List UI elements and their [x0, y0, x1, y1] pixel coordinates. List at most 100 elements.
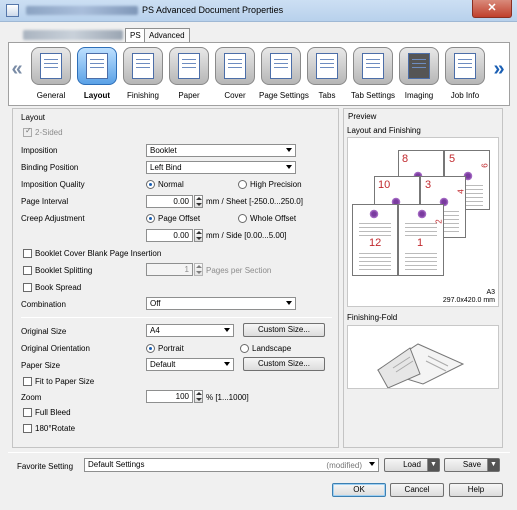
- landscape-label: Landscape: [252, 344, 292, 353]
- flower-image: [417, 209, 427, 219]
- load-button[interactable]: Load ▼: [384, 458, 440, 472]
- load-label: Load: [403, 460, 421, 469]
- rotate-180-label: 180°Rotate: [35, 424, 76, 433]
- finishing-icon: [123, 47, 163, 85]
- close-button[interactable]: ✕: [472, 0, 512, 18]
- zoom-input[interactable]: 100: [146, 390, 193, 403]
- imposition-quality-label: Imposition Quality: [21, 180, 85, 189]
- favorite-setting-select[interactable]: Default Settings (modified): [84, 458, 379, 472]
- page-number: 10: [378, 179, 391, 191]
- page-interval-label: Page Interval: [21, 197, 69, 206]
- book-spread-checkbox[interactable]: [23, 283, 32, 292]
- booklet-splitting-checkbox[interactable]: [23, 266, 32, 275]
- divider: [21, 317, 332, 318]
- category-imaging[interactable]: Imaging: [397, 47, 441, 105]
- rotate-180-checkbox[interactable]: [23, 424, 32, 433]
- creep-input[interactable]: 0.00: [146, 229, 193, 242]
- portrait-radio[interactable]: [146, 344, 155, 353]
- category-job-info[interactable]: Job Info: [443, 47, 487, 105]
- binding-position-select[interactable]: Left Bind: [146, 161, 296, 174]
- original-size-label: Original Size: [21, 327, 67, 336]
- footer-divider: [8, 452, 510, 453]
- pages-per-section-input[interactable]: 1: [146, 263, 193, 276]
- creep-page-offset-label: Page Offset: [158, 214, 201, 223]
- binding-position-label: Binding Position: [21, 163, 79, 172]
- tab-advanced[interactable]: Advanced: [144, 28, 190, 42]
- category-paper[interactable]: Paper: [167, 47, 211, 105]
- layout-finishing-title: Layout and Finishing: [347, 126, 421, 135]
- finishing-preview: [347, 325, 499, 389]
- tab-settings-icon: [353, 47, 393, 85]
- zoom-label: Zoom: [21, 393, 42, 402]
- page-number: 4: [456, 189, 466, 194]
- paper-size-select[interactable]: Default: [146, 358, 234, 371]
- fit-to-paper-label: Fit to Paper Size: [35, 377, 95, 386]
- tab-ps[interactable]: PS: [125, 28, 146, 43]
- app-icon: [6, 4, 19, 17]
- imposition-label: Imposition: [21, 146, 58, 155]
- category-tabs[interactable]: Tabs: [305, 47, 349, 105]
- preview-sheet: 12: [352, 204, 398, 276]
- quality-high-radio[interactable]: [238, 180, 247, 189]
- load-dropdown-icon[interactable]: ▼: [427, 459, 439, 471]
- two-sided-label: 2-Sided: [35, 128, 63, 137]
- help-button[interactable]: Help: [449, 483, 503, 497]
- category-tab-settings[interactable]: Tab Settings: [351, 47, 395, 105]
- creep-whole-offset-radio[interactable]: [238, 214, 247, 223]
- category-layout[interactable]: Layout: [75, 47, 119, 105]
- chevron-down-icon: [286, 148, 292, 152]
- page-number: 12: [369, 237, 382, 249]
- save-dropdown-icon[interactable]: ▼: [487, 459, 499, 471]
- page-number: 1: [417, 237, 424, 249]
- creep-spinner[interactable]: [194, 229, 203, 242]
- imposition-select[interactable]: Booklet: [146, 144, 296, 157]
- footer: Favorite Setting Default Settings (modif…: [0, 452, 517, 510]
- category-cover[interactable]: Cover: [213, 47, 257, 105]
- landscape-radio[interactable]: [240, 344, 249, 353]
- creep-adjustment-label: Creep Adjustment: [21, 214, 85, 223]
- preview-group: Preview Layout and Finishing 8 5 6 10 3 …: [343, 108, 503, 448]
- combination-select[interactable]: Off: [146, 297, 296, 310]
- quality-normal-radio[interactable]: [146, 180, 155, 189]
- two-sided-checkbox[interactable]: [23, 126, 32, 137]
- pages-per-section-spinner[interactable]: [194, 263, 203, 276]
- fit-to-paper-checkbox[interactable]: [23, 377, 32, 386]
- imaging-icon: [399, 47, 439, 85]
- quality-normal-label: Normal: [158, 180, 184, 189]
- zoom-spinner[interactable]: [194, 390, 203, 403]
- booklet-cover-blank-checkbox[interactable]: [23, 249, 32, 258]
- page-interval-input[interactable]: 0.00: [146, 195, 193, 208]
- printer-icon: [31, 47, 71, 85]
- scroll-right-icon[interactable]: »: [493, 57, 505, 81]
- full-bleed-label: Full Bleed: [35, 408, 71, 417]
- paper-custom-size-button[interactable]: Custom Size...: [243, 357, 325, 371]
- original-custom-size-button[interactable]: Custom Size...: [243, 323, 325, 337]
- category-finishing[interactable]: Finishing: [121, 47, 165, 105]
- title-bar: PS Advanced Document Properties ✕: [0, 0, 517, 22]
- category-page-settings[interactable]: Page Settings: [259, 47, 309, 105]
- redacted-tab-name: [23, 30, 123, 40]
- preview-title: Preview: [348, 112, 377, 121]
- quality-high-label: High Precision: [250, 180, 302, 189]
- page-number: 3: [425, 179, 432, 191]
- cancel-button[interactable]: Cancel: [390, 483, 444, 497]
- book-spread-label: Book Spread: [35, 283, 82, 292]
- redacted-printer-name: [26, 6, 138, 15]
- paper-size-label: Paper Size: [21, 361, 61, 370]
- full-bleed-checkbox[interactable]: [23, 408, 32, 417]
- text-lines: [405, 223, 437, 237]
- category-general[interactable]: General: [29, 47, 73, 105]
- page-interval-spinner[interactable]: [194, 195, 203, 208]
- layout-group: Layout 2-Sided Imposition Booklet Bindin…: [12, 108, 339, 448]
- save-button[interactable]: Save ▼: [444, 458, 500, 472]
- combination-value: Off: [150, 299, 161, 308]
- zoom-unit: % [1...1000]: [206, 393, 249, 402]
- ok-button[interactable]: OK: [332, 483, 386, 497]
- creep-unit: mm / Side [0.00...5.00]: [206, 231, 287, 240]
- text-lines: [359, 253, 391, 271]
- scroll-left-icon[interactable]: «: [11, 57, 23, 81]
- booklet-cover-blank-label: Booklet Cover Blank Page Insertion: [35, 249, 162, 258]
- category-bar: « General Layout Finishing Paper Cover P…: [8, 42, 510, 106]
- creep-page-offset-radio[interactable]: [146, 214, 155, 223]
- original-size-select[interactable]: A4: [146, 324, 234, 337]
